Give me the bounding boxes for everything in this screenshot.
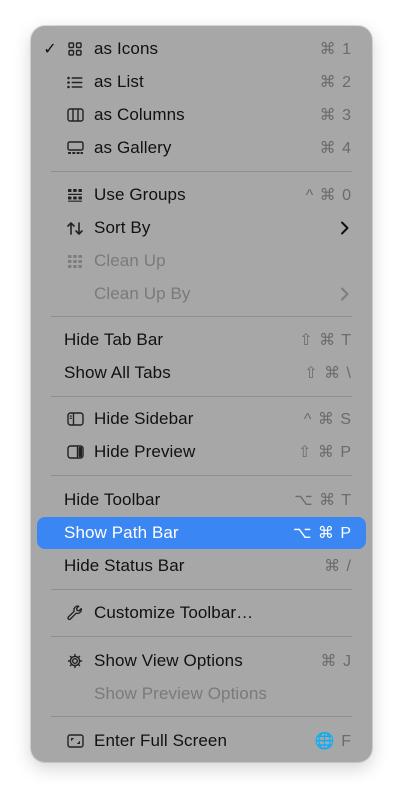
menu-item-label: Hide Tab Bar bbox=[64, 330, 164, 349]
menu-item-hide-preview[interactable]: Hide Preview ⇧ ⌘ P bbox=[37, 436, 366, 468]
cleanup-grid-icon bbox=[65, 251, 85, 271]
menu-item-show-preview-options: Show Preview Options bbox=[37, 678, 366, 710]
menu-separator bbox=[51, 396, 352, 397]
list-icon bbox=[65, 72, 85, 92]
sidebar-icon bbox=[65, 409, 85, 429]
keyboard-shortcut: ⇧ ⌘ P bbox=[298, 444, 352, 461]
menu-item-label: Hide Status Bar bbox=[64, 556, 185, 575]
menu-item-hide-toolbar[interactable]: Hide Toolbar ⌥ ⌘ T bbox=[37, 484, 366, 516]
menu-item-label: Show View Options bbox=[94, 651, 243, 670]
keyboard-shortcut: ⌘ 2 bbox=[319, 74, 352, 91]
menu-item-label: Show Path Bar bbox=[64, 523, 179, 542]
menu-item-label: Sort By bbox=[94, 218, 151, 237]
keyboard-shortcut: ^ ⌘ S bbox=[303, 411, 352, 428]
menu-item-as-list[interactable]: as List ⌘ 2 bbox=[37, 66, 366, 98]
submenu-chevron-icon bbox=[340, 287, 350, 301]
menu-item-label: Use Groups bbox=[94, 185, 186, 204]
menu-item-label: as Columns bbox=[94, 105, 185, 124]
menu-item-clean-up: Clean Up bbox=[37, 245, 366, 277]
menu-item-label: as Icons bbox=[94, 39, 159, 58]
icon-grid-icon bbox=[65, 39, 85, 59]
menu-item-label: as Gallery bbox=[94, 138, 172, 157]
keyboard-shortcut: ⌘ 1 bbox=[319, 41, 352, 58]
menu-item-label: Clean Up By bbox=[94, 284, 191, 303]
menu-item-label: Show All Tabs bbox=[64, 363, 171, 382]
menu-item-sort-by[interactable]: Sort By bbox=[37, 212, 366, 244]
menu-item-label: Customize Toolbar… bbox=[94, 603, 254, 622]
keyboard-shortcut: ⇧ ⌘ \ bbox=[304, 365, 352, 382]
keyboard-shortcut: 🌐 F bbox=[314, 733, 352, 750]
checkmark: ✓ bbox=[43, 41, 57, 58]
menu-item-customize-toolbar[interactable]: Customize Toolbar… bbox=[37, 597, 366, 629]
sort-arrows-icon bbox=[65, 218, 85, 238]
submenu-chevron-icon bbox=[340, 221, 350, 235]
fullscreen-icon bbox=[65, 731, 85, 751]
menu-item-clean-up-by: Clean Up By bbox=[37, 278, 366, 310]
groups-icon bbox=[65, 185, 85, 205]
keyboard-shortcut: ⌘ / bbox=[324, 558, 352, 575]
keyboard-shortcut: ⇧ ⌘ T bbox=[299, 332, 352, 349]
menu-item-hide-sidebar[interactable]: Hide Sidebar ^ ⌘ S bbox=[37, 403, 366, 435]
menu-item-show-view-options[interactable]: Show View Options ⌘ J bbox=[37, 645, 366, 677]
menu-item-show-path-bar[interactable]: Show Path Bar ⌥ ⌘ P bbox=[37, 517, 366, 549]
keyboard-shortcut: ^ ⌘ 0 bbox=[305, 187, 352, 204]
menu-separator bbox=[51, 716, 352, 717]
menu-item-hide-status-bar[interactable]: Hide Status Bar ⌘ / bbox=[37, 550, 366, 582]
menu-item-use-groups[interactable]: Use Groups ^ ⌘ 0 bbox=[37, 179, 366, 211]
menu-separator bbox=[51, 589, 352, 590]
menu-separator bbox=[51, 171, 352, 172]
menu-item-as-columns[interactable]: as Columns ⌘ 3 bbox=[37, 99, 366, 131]
menu-item-label: Hide Sidebar bbox=[94, 409, 194, 428]
menu-item-hide-tab-bar[interactable]: Hide Tab Bar ⇧ ⌘ T bbox=[37, 324, 366, 356]
menu-item-label: as List bbox=[94, 72, 144, 91]
menu-separator bbox=[51, 316, 352, 317]
menu-separator bbox=[51, 475, 352, 476]
columns-icon bbox=[65, 105, 85, 125]
menu-item-show-all-tabs[interactable]: Show All Tabs ⇧ ⌘ \ bbox=[37, 357, 366, 389]
menu-item-label: Show Preview Options bbox=[94, 684, 268, 703]
menu-item-label: Clean Up bbox=[94, 251, 166, 270]
menu-separator bbox=[51, 636, 352, 637]
view-menu: ✓ as Icons ⌘ 1 as List ⌘ 2 as Columns ⌘ … bbox=[31, 26, 372, 762]
menu-item-label: Hide Preview bbox=[94, 442, 196, 461]
preview-icon bbox=[65, 442, 85, 462]
menu-item-enter-full-screen[interactable]: Enter Full Screen 🌐 F bbox=[37, 725, 366, 757]
keyboard-shortcut: ⌥ ⌘ P bbox=[293, 525, 352, 542]
keyboard-shortcut: ⌘ J bbox=[320, 653, 352, 670]
keyboard-shortcut: ⌥ ⌘ T bbox=[294, 492, 352, 509]
keyboard-shortcut: ⌘ 3 bbox=[319, 107, 352, 124]
menu-item-label: Hide Toolbar bbox=[64, 490, 161, 509]
keyboard-shortcut: ⌘ 4 bbox=[319, 140, 352, 157]
menu-item-label: Enter Full Screen bbox=[94, 731, 228, 750]
gallery-icon bbox=[65, 138, 85, 158]
menu-item-as-icons[interactable]: ✓ as Icons ⌘ 1 bbox=[37, 33, 366, 65]
menu-item-as-gallery[interactable]: as Gallery ⌘ 4 bbox=[37, 132, 366, 164]
wrench-icon bbox=[65, 603, 85, 623]
gear-icon bbox=[65, 651, 85, 671]
